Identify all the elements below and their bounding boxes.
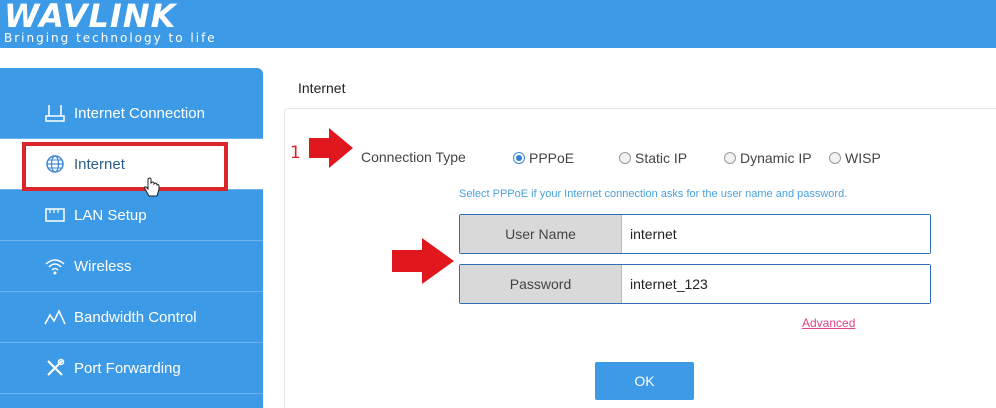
header-bar: WAVLINK Bringing technology to life xyxy=(0,0,996,48)
wifi-icon xyxy=(44,256,66,276)
radio-indicator[interactable] xyxy=(619,152,631,164)
password-label: Password xyxy=(460,265,622,303)
username-label: User Name xyxy=(460,215,622,253)
username-row: User Name xyxy=(459,214,931,254)
globe-icon xyxy=(44,154,66,174)
sidebar-item-label: Bandwidth Control xyxy=(74,308,197,326)
password-input[interactable] xyxy=(622,265,930,303)
username-input[interactable] xyxy=(622,215,930,253)
page-title: Internet xyxy=(298,80,346,96)
radio-static-ip[interactable]: Static IP xyxy=(619,150,687,166)
radio-label: PPPoE xyxy=(529,150,575,166)
sidebar-nav: Internet Connection Internet LAN Setup W… xyxy=(0,68,263,408)
sidebar-item-label: Internet Connection xyxy=(74,104,205,122)
tools-icon xyxy=(44,358,66,378)
bandwidth-icon xyxy=(44,307,66,327)
annotation-arrow-icon xyxy=(390,236,456,291)
logo-tagline: Bringing technology to life xyxy=(4,31,217,45)
radio-indicator[interactable] xyxy=(829,152,841,164)
sidebar-item-label: Internet xyxy=(74,155,125,173)
sidebar-item-label: Port Forwarding xyxy=(74,359,181,377)
logo-text: WAVLINK xyxy=(4,0,177,35)
radio-indicator[interactable] xyxy=(724,152,736,164)
sidebar-item-label: LAN Setup xyxy=(74,206,147,224)
sidebar-item-lan-setup[interactable]: LAN Setup xyxy=(0,190,263,241)
sidebar-item-wireless[interactable]: Wireless xyxy=(0,241,263,292)
radio-indicator[interactable] xyxy=(513,152,525,164)
sidebar-item-internet-connection[interactable]: Internet Connection xyxy=(0,88,263,139)
sidebar-item-label: Wireless xyxy=(74,257,132,275)
radio-wisp[interactable]: WISP xyxy=(829,150,881,166)
radio-label: Dynamic IP xyxy=(740,150,812,166)
sidebar-item-internet[interactable]: Internet xyxy=(0,139,263,190)
router-icon xyxy=(44,103,66,123)
annotation-step-number: 1 xyxy=(290,143,301,163)
sidebar-item-port-forwarding[interactable]: Port Forwarding xyxy=(0,343,263,394)
ok-button[interactable]: OK xyxy=(595,362,694,400)
radio-pppoe[interactable]: PPPoE xyxy=(513,150,574,166)
connection-type-label: Connection Type xyxy=(361,149,466,165)
sidebar-item-bandwidth-control[interactable]: Bandwidth Control xyxy=(0,292,263,343)
advanced-link[interactable]: Advanced xyxy=(802,316,855,330)
radio-label: Static IP xyxy=(635,150,688,166)
radio-dynamic-ip[interactable]: Dynamic IP xyxy=(724,150,812,166)
annotation-arrow-icon xyxy=(307,126,355,175)
password-row: Password xyxy=(459,264,931,304)
hand-cursor-icon xyxy=(143,177,161,204)
pppoe-hint-text: Select PPPoE if your Internet connection… xyxy=(459,188,848,200)
lan-icon xyxy=(44,205,66,225)
radio-label: WISP xyxy=(845,150,881,166)
